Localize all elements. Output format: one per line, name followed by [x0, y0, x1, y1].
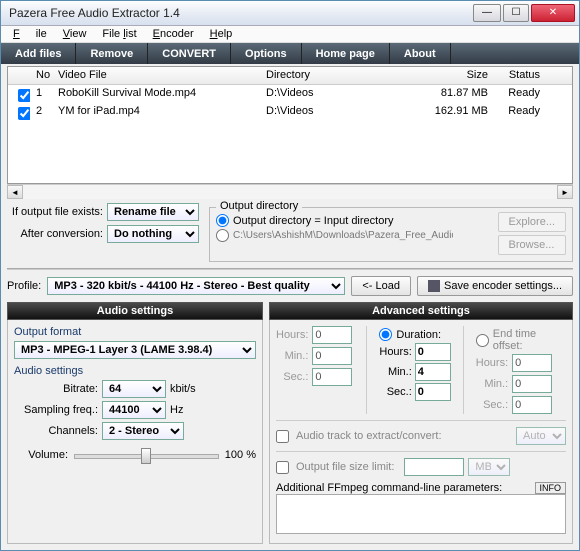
output-directory-legend: Output directory — [216, 200, 302, 212]
sampling-freq-select[interactable]: 44100 — [102, 401, 166, 419]
outdir-same-radio[interactable] — [216, 214, 229, 227]
volume-slider[interactable] — [74, 446, 219, 464]
output-exists-label: If output file exists: — [7, 206, 103, 218]
dur-min-input[interactable] — [415, 363, 451, 381]
ffmpeg-params-label: Additional FFmpeg command-line parameter… — [276, 482, 502, 494]
scroll-left-icon[interactable]: ◄ — [7, 185, 23, 199]
table-row[interactable]: 1 RoboKill Survival Mode.mp4 D:\Videos 8… — [8, 85, 572, 103]
menu-filelist[interactable]: File list — [94, 26, 144, 42]
duration-radio[interactable] — [379, 328, 392, 341]
save-encoder-button[interactable]: Save encoder settings... — [417, 276, 573, 296]
menu-help[interactable]: Help — [202, 26, 241, 42]
sizelimit-checkbox[interactable] — [276, 461, 289, 474]
titlebar: Pazera Free Audio Extractor 1.4 — ☐ ✕ — [1, 1, 579, 26]
end-sec-input[interactable] — [512, 396, 552, 414]
remove-button[interactable]: Remove — [76, 43, 148, 64]
start-sec-input[interactable] — [312, 368, 352, 386]
volume-value: 100 % — [225, 449, 256, 461]
menu-view[interactable]: View — [55, 26, 95, 42]
col-status[interactable]: Status — [494, 67, 550, 84]
audiotrack-checkbox[interactable] — [276, 430, 289, 443]
toolbar: Add files Remove CONVERT Options Home pa… — [1, 43, 579, 64]
close-button[interactable]: ✕ — [531, 4, 575, 22]
profile-label: Profile: — [7, 280, 41, 292]
menu-encoder[interactable]: Encoder — [145, 26, 202, 42]
add-files-button[interactable]: Add files — [1, 43, 76, 64]
maximize-button[interactable]: ☐ — [503, 4, 529, 22]
profile-select[interactable]: MP3 - 320 kbit/s - 44100 Hz - Stereo - B… — [47, 277, 345, 295]
dur-sec-input[interactable] — [415, 383, 451, 401]
audio-settings-header: Audio settings — [7, 302, 263, 320]
homepage-button[interactable]: Home page — [302, 43, 390, 64]
advanced-settings-header: Advanced settings — [269, 302, 573, 320]
start-min-input[interactable] — [312, 347, 352, 365]
table-row[interactable]: 2 YM for iPad.mp4 D:\Videos 162.91 MB Re… — [8, 103, 572, 121]
col-dir[interactable]: Directory — [260, 67, 416, 84]
save-icon — [428, 280, 440, 292]
start-hours-input[interactable] — [312, 326, 352, 344]
explore-button[interactable]: Explore... — [498, 212, 566, 232]
row-checkbox[interactable] — [18, 89, 30, 102]
output-exists-select[interactable]: Rename file — [107, 203, 199, 221]
horizontal-scrollbar[interactable]: ◄ ► — [7, 184, 573, 199]
end-hours-input[interactable] — [512, 354, 552, 372]
sizelimit-unit-select[interactable]: MB — [468, 458, 510, 476]
browse-button[interactable]: Browse... — [498, 235, 566, 255]
menu-file[interactable]: File — [5, 26, 55, 42]
audiotrack-select[interactable]: Auto — [516, 427, 566, 445]
outdir-custom-radio[interactable] — [216, 229, 229, 242]
minimize-button[interactable]: — — [473, 4, 501, 22]
bitrate-select[interactable]: 64 — [102, 380, 166, 398]
menubar: File View File list Encoder Help — [1, 26, 579, 44]
dur-hours-input[interactable] — [415, 343, 451, 361]
after-conversion-label: After conversion: — [7, 228, 103, 240]
audio-settings-label: Audio settings — [14, 365, 256, 377]
col-size[interactable]: Size — [416, 67, 494, 84]
output-format-select[interactable]: MP3 - MPEG-1 Layer 3 (LAME 3.98.4) — [14, 341, 256, 359]
app-window: Pazera Free Audio Extractor 1.4 — ☐ ✕ Fi… — [0, 0, 580, 551]
about-button[interactable]: About — [390, 43, 451, 64]
scroll-right-icon[interactable]: ► — [557, 185, 573, 199]
channels-select[interactable]: 2 - Stereo — [102, 422, 184, 440]
load-profile-button[interactable]: <- Load — [351, 276, 411, 296]
sizelimit-input[interactable] — [404, 458, 464, 476]
file-list: No Video File Directory Size Status 1 Ro… — [7, 66, 573, 184]
options-button[interactable]: Options — [231, 43, 302, 64]
convert-button[interactable]: CONVERT — [148, 43, 231, 64]
endtime-radio[interactable] — [476, 334, 489, 347]
info-button[interactable]: INFO — [535, 482, 567, 494]
after-conversion-select[interactable]: Do nothing — [107, 225, 199, 243]
col-video[interactable]: Video File — [52, 67, 260, 84]
window-title: Pazera Free Audio Extractor 1.4 — [9, 6, 473, 20]
output-format-label: Output format — [14, 326, 256, 338]
row-checkbox[interactable] — [18, 107, 30, 120]
col-no[interactable]: No — [30, 67, 52, 84]
ffmpeg-params-input[interactable] — [276, 494, 566, 534]
output-directory-group: Output directory Output directory = Inpu… — [209, 207, 573, 262]
file-list-header: No Video File Directory Size Status — [8, 67, 572, 85]
end-min-input[interactable] — [512, 375, 552, 393]
